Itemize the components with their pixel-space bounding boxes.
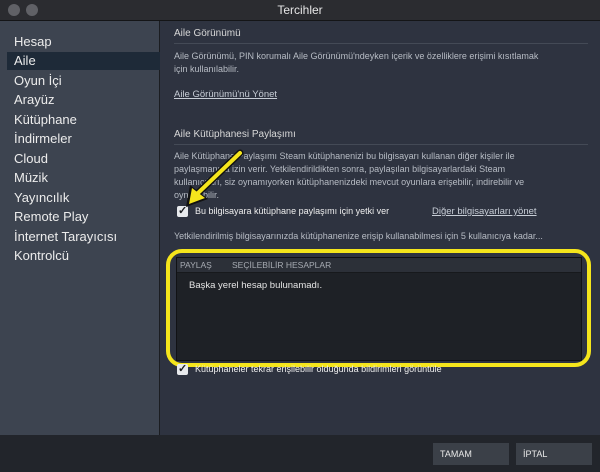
annotation-highlight-box — [166, 249, 591, 367]
sidebar-item-remote-play[interactable]: Remote Play — [14, 208, 88, 226]
sidebar-item-indirmeler[interactable]: İndirmeler — [14, 130, 72, 148]
manage-family-view-link[interactable]: Aile Görünümü'nü Yönet — [174, 89, 277, 100]
library-sharing-heading: Aile Kütüphanesi Paylaşımı — [174, 129, 296, 140]
ok-button[interactable]: TAMAM — [433, 443, 509, 465]
sidebar-item-kontrolcu[interactable]: Kontrolcü — [14, 247, 69, 265]
settings-panel: Aile Görünümü Aile Görünümü, PIN korumal… — [160, 21, 600, 435]
sidebar-item-aile[interactable]: Aile — [7, 52, 166, 70]
sidebar-item-kutuphane[interactable]: Kütüphane — [14, 111, 77, 129]
manage-other-computers-link[interactable]: Diğer bilgisayarları yönet — [432, 206, 537, 217]
sidebar-item-yayincilik[interactable]: Yayıncılık — [14, 189, 69, 207]
window-title: Tercihler — [277, 3, 323, 17]
sidebar-item-oyun-ici[interactable]: Oyun İçi — [14, 72, 62, 90]
sidebar-item-internet-tarayicisi[interactable]: İnternet Tarayıcısı — [14, 228, 117, 246]
notify-label: Kütüphaneler tekrar erişilebilir olduğun… — [195, 364, 442, 374]
family-view-description-line1: Aile Görünümü, PIN korumalı Aile Görünüm… — [174, 51, 539, 61]
family-view-heading: Aile Görünümü — [174, 28, 241, 39]
sidebar: Hesap Aile Oyun İçi Arayüz Kütüphane İnd… — [0, 21, 166, 435]
authorized-users-info: Yetkilendirilmiş bilgisayarınızda kütüph… — [174, 231, 543, 241]
sidebar-item-hesap[interactable]: Hesap — [14, 33, 52, 51]
sidebar-item-arayuz[interactable]: Arayüz — [14, 91, 54, 109]
title-bar: Tercihler — [0, 0, 600, 21]
divider — [174, 43, 588, 44]
sidebar-item-muzik[interactable]: Müzik — [14, 169, 48, 187]
footer-bar — [0, 435, 600, 472]
sidebar-item-cloud[interactable]: Cloud — [14, 150, 48, 168]
cancel-button[interactable]: İPTAL — [516, 443, 592, 465]
family-view-description-line2: için kullanılabilir. — [174, 64, 240, 74]
annotation-arrow-icon — [186, 149, 244, 207]
notify-checkbox[interactable] — [177, 362, 188, 375]
divider — [174, 144, 588, 145]
